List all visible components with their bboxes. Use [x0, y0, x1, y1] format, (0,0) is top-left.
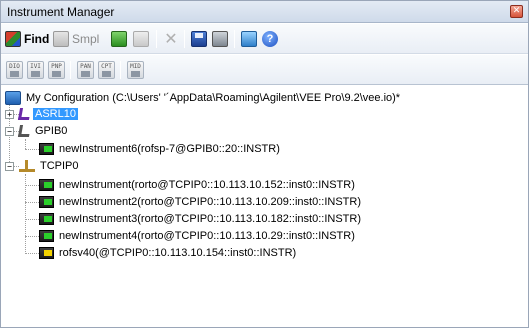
toolbar-separator — [156, 30, 157, 48]
toolbar-separator — [120, 61, 121, 79]
find-button[interactable]: Find — [5, 29, 49, 49]
tree-line — [25, 253, 39, 254]
smpl-button[interactable]: Smpl — [53, 29, 99, 49]
toolbar-separator — [184, 30, 185, 48]
network-connect-icon — [241, 31, 257, 47]
main-toolbar: Find Smpl ✕ ? — [1, 24, 528, 54]
configuration-label: My Configuration (C:\Users' '´AppData\Ro… — [26, 92, 401, 104]
title-bar: Instrument Manager ✕ — [1, 1, 528, 23]
gpib-interface-icon — [17, 125, 32, 137]
instrument-configured-icon — [39, 143, 54, 155]
instrument-label: newInstrument6(rofsp-7@GPIB0::20::INSTR) — [59, 143, 280, 155]
tree-item-asrl10[interactable]: ASRL10 — [17, 106, 78, 122]
tree-line — [25, 139, 26, 149]
instrument-manager-window: Instrument Manager ✕ Find Smpl ✕ ? DIO I… — [0, 0, 529, 328]
driver-toolbar: DIO IVI PNP PAN CPT MID — [1, 55, 528, 85]
toolbar-separator — [70, 61, 71, 79]
instrument-configured-icon — [39, 196, 54, 208]
tree-instrument-item[interactable]: newInstrument6(rofsp-7@GPIB0::20::INSTR) — [39, 141, 282, 157]
serial-interface-icon — [17, 108, 32, 120]
tree-root-configuration[interactable]: My Configuration (C:\Users' '´AppData\Ro… — [5, 90, 402, 106]
instrument-label: newInstrument4(rorto@TCPIP0::10.113.10.2… — [59, 230, 355, 242]
simple-config-icon — [53, 31, 69, 47]
tree-instrument-item[interactable]: newInstrument4(rorto@TCPIP0::10.113.10.2… — [39, 228, 357, 244]
tree-instrument-item[interactable]: newInstrument(rorto@TCPIP0::10.113.10.15… — [39, 177, 357, 193]
tree-line — [25, 149, 39, 150]
instrument-label: newInstrument(rorto@TCPIP0::10.113.10.15… — [59, 179, 355, 191]
new-instrument-button[interactable] — [111, 29, 127, 49]
tree-line — [25, 219, 39, 220]
tree-item-tcpip0[interactable]: TCPIP0 — [19, 158, 81, 174]
instrument-tree[interactable]: My Configuration (C:\Users' '´AppData\Ro… — [1, 86, 528, 327]
instrument-configured-icon — [39, 213, 54, 225]
toolbar-separator — [234, 30, 235, 48]
instrument-configured-icon — [39, 230, 54, 242]
pnp-button[interactable]: PNP — [48, 61, 65, 79]
instrument-unknown-icon — [39, 247, 54, 259]
instrument-label: newInstrument2(rorto@TCPIP0::10.113.10.2… — [59, 196, 361, 208]
tree-line — [25, 236, 39, 237]
window-title: Instrument Manager — [7, 5, 115, 19]
smpl-button-label: Smpl — [72, 32, 100, 46]
asrl10-label: ASRL10 — [33, 108, 78, 120]
tree-instrument-item[interactable]: newInstrument3(rorto@TCPIP0::10.113.10.1… — [39, 211, 363, 227]
print-button[interactable] — [212, 29, 228, 49]
tree-line — [25, 202, 39, 203]
delete-icon: ✕ — [164, 29, 178, 48]
properties-button[interactable] — [133, 29, 149, 49]
collapse-tcpip-button[interactable]: − — [5, 162, 14, 171]
save-button[interactable] — [191, 29, 207, 49]
tree-line — [25, 174, 26, 254]
connection-button[interactable] — [241, 29, 257, 49]
properties-icon — [133, 31, 149, 47]
pan-button[interactable]: PAN — [77, 61, 94, 79]
collapse-gpib-button[interactable]: − — [5, 127, 14, 136]
help-button[interactable]: ? — [262, 29, 278, 49]
find-instruments-icon — [5, 31, 21, 47]
expand-asrl-button[interactable]: + — [5, 110, 14, 119]
cpt-button[interactable]: CPT — [98, 61, 115, 79]
help-icon: ? — [262, 31, 278, 47]
tcpip0-label: TCPIP0 — [40, 160, 79, 172]
instrument-label: newInstrument3(rorto@TCPIP0::10.113.10.1… — [59, 213, 361, 225]
ivi-button[interactable]: IVI — [27, 61, 44, 79]
tree-instrument-item[interactable]: rofsv40(@TCPIP0::10.113.10.154::inst0::I… — [39, 245, 298, 261]
gpib0-label: GPIB0 — [35, 125, 68, 137]
tree-instrument-item[interactable]: newInstrument2(rorto@TCPIP0::10.113.10.2… — [39, 194, 363, 210]
find-button-label: Find — [24, 32, 50, 46]
configuration-icon — [5, 91, 21, 105]
print-icon — [212, 31, 228, 47]
delete-button[interactable]: ✕ — [163, 29, 179, 49]
tree-item-gpib0[interactable]: GPIB0 — [17, 123, 69, 139]
dio-button[interactable]: DIO — [6, 61, 23, 79]
tree-line — [25, 185, 39, 186]
tcpip-interface-icon — [19, 160, 35, 172]
save-icon — [191, 31, 207, 47]
instrument-label: rofsv40(@TCPIP0::10.113.10.154::inst0::I… — [59, 247, 297, 259]
close-button[interactable]: ✕ — [510, 5, 523, 18]
instrument-configured-icon — [39, 179, 54, 191]
new-instrument-icon — [111, 31, 127, 47]
mid-button[interactable]: MID — [127, 61, 144, 79]
